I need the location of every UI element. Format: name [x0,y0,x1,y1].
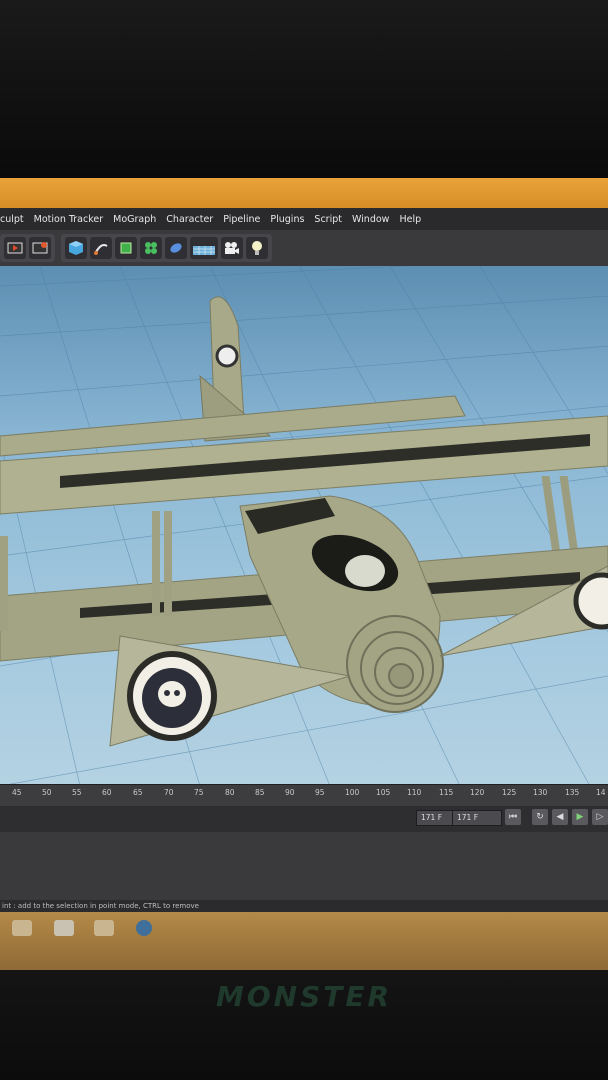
render-settings-icon[interactable] [29,237,51,259]
screen: culpt Motion Tracker MoGraph Character P… [0,178,608,970]
monitor-bezel-top [0,0,608,180]
pilot-helmet [345,555,385,587]
tick-label: 135 [565,788,580,797]
lower-panel [0,832,608,902]
tick-label: 50 [42,788,52,797]
tick-label: 65 [133,788,143,797]
mail-icon[interactable] [12,920,32,936]
main-toolbar [0,230,608,267]
floor-icon[interactable] [190,237,218,259]
tick-label: 90 [285,788,295,797]
tail-skull-icon [215,344,239,368]
menu-sculpt[interactable]: culpt [0,214,24,225]
cloner-icon[interactable] [140,237,162,259]
tick-label: 125 [502,788,517,797]
tick-label: 75 [194,788,204,797]
tick-label: 45 [12,788,22,797]
store-icon[interactable] [94,920,114,936]
app-icon[interactable] [136,920,152,936]
skull-emblem-icon [127,651,217,741]
menu-pipeline[interactable]: Pipeline [223,214,260,225]
menu-character[interactable]: Character [166,214,213,225]
playback-controls: 171 F 171 F ⏮ ↻ ◀ ▶ ▷ [0,806,608,832]
subdivision-icon[interactable] [115,237,137,259]
monitor-brand-logo: MONSTER [215,980,393,1013]
pen-spline-icon[interactable] [90,237,112,259]
loop-icon[interactable]: ↻ [532,809,548,825]
3d-viewport[interactable] [0,266,608,786]
menu-help[interactable]: Help [399,214,421,225]
step-back-icon[interactable]: ◀ [552,809,568,825]
tick-label: 85 [255,788,265,797]
end-frame-field[interactable]: 171 F [452,810,502,826]
tick-label: 120 [470,788,485,797]
skull-emblem-right-icon [573,572,608,630]
play-icon[interactable]: ▶ [572,809,588,825]
tick-label: 70 [164,788,174,797]
status-bar: int : add to the selection in point mode… [0,900,608,912]
render-view-icon[interactable] [4,237,26,259]
deformer-icon[interactable] [165,237,187,259]
database-icon[interactable] [54,920,74,936]
tick-label: 14 [596,788,606,797]
tick-label: 130 [533,788,548,797]
menu-mograph[interactable]: MoGraph [113,214,156,225]
light-icon[interactable] [246,237,268,259]
tick-label: 55 [72,788,82,797]
step-forward-icon[interactable]: ▷ [592,809,608,825]
engine-cowling [346,615,444,713]
tick-label: 110 [407,788,422,797]
tick-label: 95 [315,788,325,797]
menu-plugins[interactable]: Plugins [270,214,304,225]
monitor-bezel-bottom: MONSTER [0,970,608,1080]
tick-label: 60 [102,788,112,797]
menu-window[interactable]: Window [352,214,389,225]
taskbar [0,912,608,970]
menu-bar: culpt Motion Tracker MoGraph Character P… [0,208,608,230]
render-group [0,234,55,262]
tick-label: 100 [345,788,360,797]
menu-script[interactable]: Script [314,214,342,225]
tick-label: 80 [225,788,235,797]
tick-label: 115 [439,788,454,797]
tick-label: 105 [376,788,391,797]
timeline-ruler[interactable]: 45 50 55 60 65 70 75 80 85 90 95 100 105… [0,784,608,807]
window-titlebar [0,178,608,210]
objects-group [61,234,272,262]
camera-icon[interactable] [221,237,243,259]
viewport-scene [0,266,608,786]
go-to-start-icon[interactable]: ⏮ [505,809,521,825]
current-frame-field[interactable]: 171 F [416,810,454,826]
menu-motion-tracker[interactable]: Motion Tracker [34,214,104,225]
cube-icon[interactable] [65,237,87,259]
